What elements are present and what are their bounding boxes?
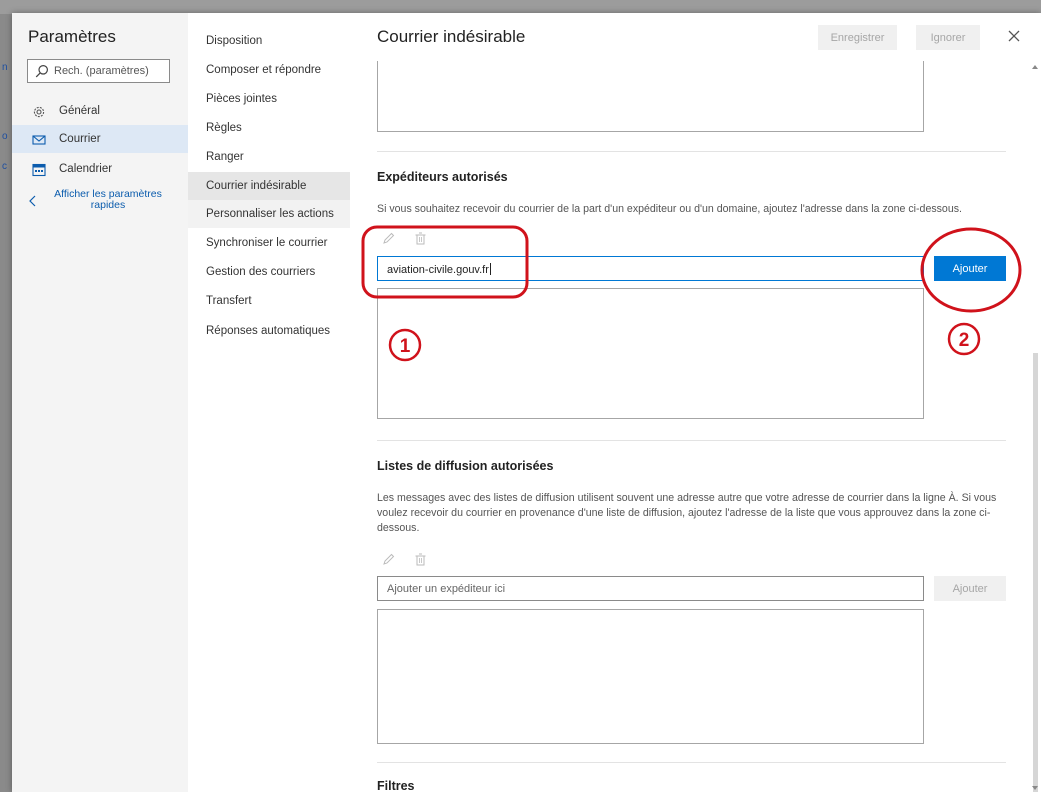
subnav-item-label: Composer et répondre xyxy=(206,64,322,76)
subnav-item-automatic-replies[interactable]: Réponses automatiques xyxy=(188,317,350,345)
subnav-item-label: Personnaliser les actions xyxy=(206,208,334,220)
settings-search-input[interactable]: Rech. (paramètres) xyxy=(27,59,170,83)
search-placeholder: Rech. (paramètres) xyxy=(54,65,149,77)
sidebar-item-general[interactable]: Général xyxy=(12,97,188,125)
background-window-edge: n o c xyxy=(0,14,12,792)
subnav-item-sweep[interactable]: Ranger xyxy=(188,143,350,171)
subnav-item-label: Ranger xyxy=(206,151,244,163)
subnav-item-label: Courrier indésirable xyxy=(206,180,307,192)
subnav-item-label: Règles xyxy=(206,122,242,134)
edit-icon[interactable] xyxy=(382,232,395,245)
gear-icon xyxy=(33,106,45,118)
settings-dialog: Paramètres Rech. (paramètres) Général Co… xyxy=(12,13,1041,792)
background-text: n xyxy=(2,62,8,73)
sidebar-item-label: Général xyxy=(59,105,100,117)
scrollbar-thumb[interactable] xyxy=(1033,353,1038,792)
subnav-item-compose[interactable]: Composer et répondre xyxy=(188,56,350,84)
scroll-down-arrow-icon[interactable] xyxy=(1032,786,1038,790)
save-button[interactable]: Enregistrer xyxy=(818,25,897,50)
safe-list-input-placeholder: Ajouter un expéditeur ici xyxy=(387,583,506,595)
subnav-item-label: Pièces jointes xyxy=(206,93,277,105)
subnav-item-attachments[interactable]: Pièces jointes xyxy=(188,85,350,113)
safe-senders-description: Si vous souhaitez recevoir du courrier d… xyxy=(377,203,962,215)
scroll-up-arrow-icon[interactable] xyxy=(1032,65,1038,69)
section-divider xyxy=(377,440,1006,441)
safe-senders-title: Expéditeurs autorisés xyxy=(377,170,508,184)
vertical-scrollbar[interactable] xyxy=(1029,63,1041,792)
mail-icon xyxy=(32,135,46,145)
quick-settings-link-label: Afficher les paramètres rapides xyxy=(48,189,168,211)
safe-lists-list[interactable] xyxy=(377,609,924,744)
sidebar-item-label: Calendrier xyxy=(59,163,113,175)
mail-settings-subnav: Disposition Composer et répondre Pièces … xyxy=(188,13,350,792)
blocked-senders-list[interactable] xyxy=(377,61,924,132)
junk-email-panel: Courrier indésirable Enregistrer Ignorer… xyxy=(350,13,1041,792)
subnav-item-label: Gestion des courriers xyxy=(206,266,316,278)
delete-icon[interactable] xyxy=(414,232,427,245)
safe-sender-input[interactable]: aviation-civile.gouv.fr xyxy=(377,256,924,281)
sidebar-item-mail[interactable]: Courrier xyxy=(12,125,188,153)
subnav-item-layout[interactable]: Disposition xyxy=(188,27,350,55)
close-icon[interactable] xyxy=(1005,27,1023,45)
settings-title: Paramètres xyxy=(28,27,116,46)
sidebar-item-calendar[interactable]: Calendrier xyxy=(12,155,188,183)
sidebar-item-label: Courrier xyxy=(59,133,101,145)
delete-icon[interactable] xyxy=(414,553,427,566)
subnav-item-message-handling[interactable]: Gestion des courriers xyxy=(188,258,350,286)
subnav-item-sync-email[interactable]: Synchroniser le courrier xyxy=(188,229,350,257)
calendar-icon xyxy=(32,163,46,177)
filters-title: Filtres xyxy=(377,779,415,792)
safe-senders-list[interactable] xyxy=(377,288,924,419)
add-safe-sender-button[interactable]: Ajouter xyxy=(934,256,1006,281)
page-title: Courrier indésirable xyxy=(377,27,526,46)
safe-list-input[interactable]: Ajouter un expéditeur ici xyxy=(377,576,924,601)
subnav-item-rules[interactable]: Règles xyxy=(188,114,350,142)
add-safe-list-button[interactable]: Ajouter xyxy=(934,576,1006,601)
background-text: o xyxy=(2,131,8,142)
edit-icon[interactable] xyxy=(382,553,395,566)
settings-sidebar: Paramètres Rech. (paramètres) Général Co… xyxy=(12,13,188,792)
safe-lists-description: Les messages avec des listes de diffusio… xyxy=(377,492,997,534)
chevron-left-icon xyxy=(29,195,36,207)
quick-settings-link-line2: rapides xyxy=(90,199,126,211)
subnav-item-junk-email[interactable]: Courrier indésirable xyxy=(188,172,350,200)
safe-lists-title: Listes de diffusion autorisées xyxy=(377,459,554,473)
subnav-item-label: Réponses automatiques xyxy=(206,325,331,337)
subnav-item-customize-actions[interactable]: Personnaliser les actions xyxy=(188,200,350,228)
text-caret xyxy=(489,263,491,275)
search-icon xyxy=(35,65,48,78)
background-text: c xyxy=(2,161,7,172)
background-window xyxy=(0,0,1041,14)
discard-button[interactable]: Ignorer xyxy=(916,25,980,50)
subnav-item-forwarding[interactable]: Transfert xyxy=(188,287,350,315)
section-divider xyxy=(377,151,1006,152)
safe-sender-input-value: aviation-civile.gouv.fr xyxy=(387,264,489,276)
section-divider xyxy=(377,762,1006,763)
subnav-item-label: Disposition xyxy=(206,35,263,47)
subnav-item-label: Synchroniser le courrier xyxy=(206,237,328,249)
subnav-item-label: Transfert xyxy=(206,295,252,307)
settings-scroll-area[interactable]: Expéditeurs autorisés Si vous souhaitez … xyxy=(350,61,1041,792)
